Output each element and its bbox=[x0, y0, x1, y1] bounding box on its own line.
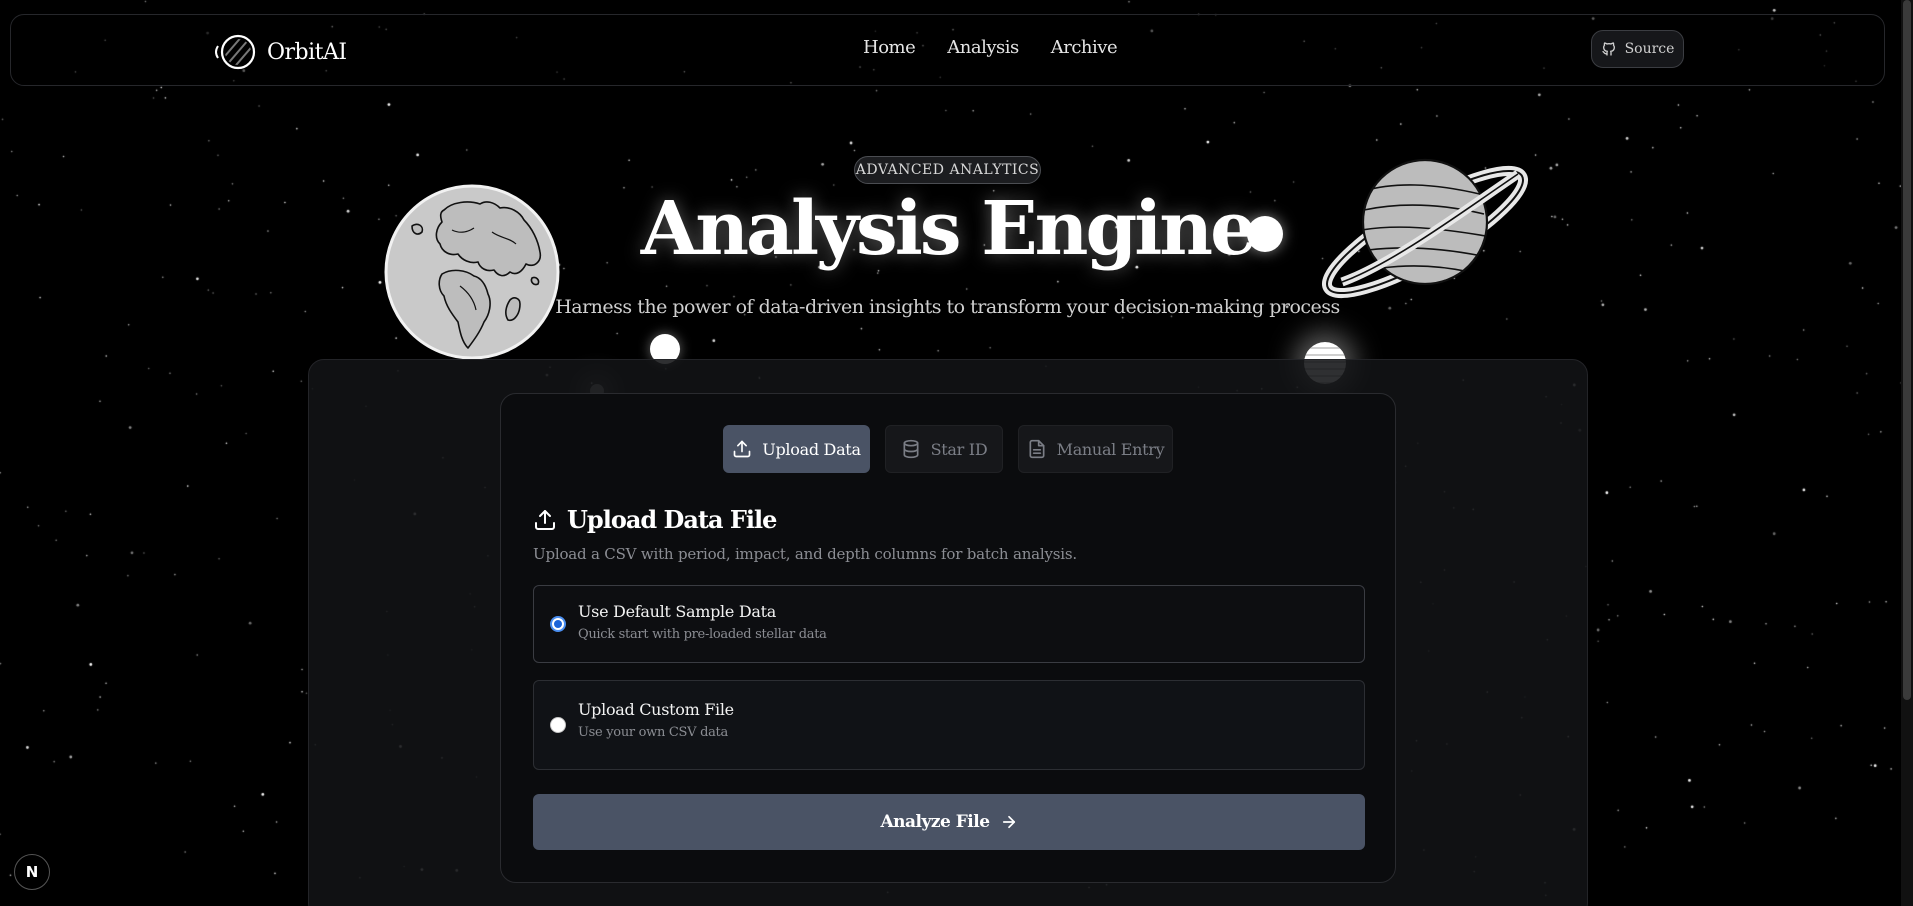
radio-custom-file[interactable] bbox=[550, 717, 566, 733]
database-icon bbox=[903, 439, 919, 459]
upload-icon bbox=[535, 509, 555, 530]
option-title: Upload Custom File bbox=[578, 700, 734, 719]
upload-icon bbox=[733, 440, 751, 458]
option-subtitle: Quick start with pre-loaded stellar data bbox=[578, 627, 827, 642]
nav-link-home[interactable]: Home bbox=[863, 37, 916, 58]
analysis-card: Upload Data Star ID Manual Entry Upload … bbox=[500, 393, 1396, 883]
source-button-label: Source bbox=[1624, 41, 1675, 57]
upload-section-header: Upload Data File bbox=[533, 505, 777, 534]
analyze-file-label: Analyze File bbox=[880, 812, 990, 832]
tab-upload-data[interactable]: Upload Data bbox=[723, 425, 870, 473]
github-icon bbox=[1601, 42, 1615, 56]
tab-manual-entry[interactable]: Manual Entry bbox=[1018, 425, 1173, 473]
analyze-file-button[interactable]: Analyze File bbox=[533, 794, 1365, 850]
page-title: Analysis Engine bbox=[640, 186, 1257, 272]
tab-upload-data-label: Upload Data bbox=[762, 439, 861, 459]
option-default-sample-data[interactable]: Use Default Sample Data Quick start with… bbox=[533, 585, 1365, 663]
app-logo[interactable]: OrbitAI bbox=[213, 33, 347, 71]
input-mode-tabs: Upload Data Star ID Manual Entry bbox=[723, 425, 1173, 473]
section-description: Upload a CSV with period, impact, and de… bbox=[533, 545, 1077, 563]
source-button[interactable]: Source bbox=[1591, 30, 1684, 68]
tab-manual-entry-label: Manual Entry bbox=[1056, 439, 1165, 459]
tab-star-id[interactable]: Star ID bbox=[885, 425, 1003, 473]
option-upload-custom-file[interactable]: Upload Custom File Use your own CSV data bbox=[533, 680, 1365, 770]
hero-badge: ADVANCED ANALYTICS bbox=[854, 156, 1041, 184]
top-navbar: OrbitAI Home Analysis Archive Source bbox=[10, 14, 1885, 86]
tab-star-id-label: Star ID bbox=[930, 439, 988, 459]
app-name: OrbitAI bbox=[267, 39, 347, 65]
nav-links: Home Analysis Archive bbox=[863, 37, 1118, 58]
dev-tools-letter: N bbox=[25, 863, 39, 881]
scrollbar-thumb[interactable] bbox=[1903, 0, 1911, 700]
option-subtitle: Use your own CSV data bbox=[578, 725, 728, 740]
page-subtitle: Harness the power of data-driven insight… bbox=[555, 296, 1340, 318]
page-scrollbar[interactable] bbox=[1901, 0, 1913, 906]
nav-link-archive[interactable]: Archive bbox=[1051, 37, 1118, 58]
orbit-logo-icon bbox=[215, 34, 256, 70]
nav-link-analysis[interactable]: Analysis bbox=[947, 37, 1019, 58]
section-title: Upload Data File bbox=[567, 505, 777, 534]
arrow-right-icon bbox=[1002, 815, 1015, 829]
document-icon bbox=[1029, 439, 1045, 459]
dev-tools-badge[interactable]: N bbox=[14, 854, 50, 890]
option-title: Use Default Sample Data bbox=[578, 602, 776, 621]
radio-default-sample[interactable] bbox=[550, 616, 566, 632]
